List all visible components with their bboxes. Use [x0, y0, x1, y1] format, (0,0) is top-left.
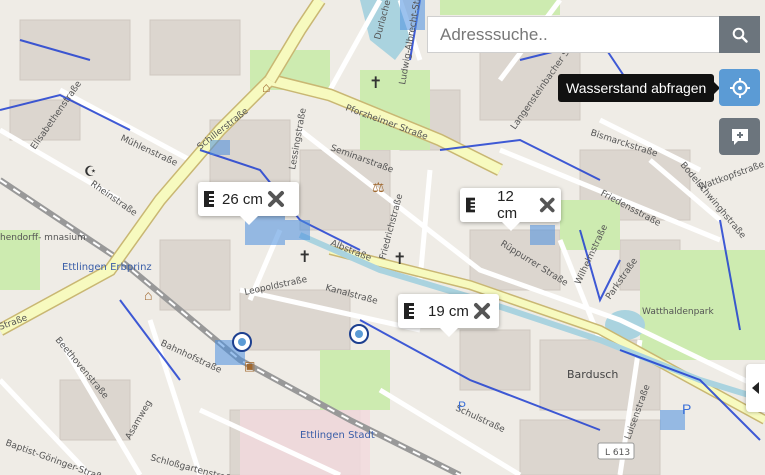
close-icon[interactable]	[539, 196, 555, 214]
map-canvas[interactable]: Schillerstraße Pforzheimer Straße Mühlen…	[0, 0, 765, 475]
feedback-button[interactable]	[719, 118, 760, 155]
water-level-value: 12 cm	[497, 188, 518, 222]
church-icon: ✝	[369, 75, 382, 92]
water-level-value: 19 cm	[428, 302, 469, 320]
panel-toggle-button[interactable]	[746, 364, 765, 412]
library-icon: ▣	[244, 359, 255, 373]
water-level-button[interactable]	[719, 69, 760, 106]
church-icon: ✝	[298, 249, 311, 266]
close-icon[interactable]	[267, 190, 285, 208]
water-gauge-icon	[404, 303, 414, 319]
parking-icon: P	[682, 401, 691, 417]
address-search	[427, 16, 760, 53]
mosque-icon: ☪	[84, 163, 97, 179]
label-gymnasium: hendorff- mnasium	[0, 233, 86, 243]
building-icon: ⌂	[144, 287, 152, 303]
locate-tooltip: Wasserstand abfragen	[558, 74, 721, 102]
search-input[interactable]	[427, 16, 719, 53]
transit-stop-icon	[355, 330, 363, 338]
church-icon: ✝	[393, 251, 406, 268]
water-gauge-icon	[204, 191, 214, 207]
water-level-popup: 19 cm	[398, 294, 499, 337]
parking-icon: P	[458, 399, 466, 413]
comment-plus-icon	[731, 128, 748, 145]
road-shield-l613: L 613	[597, 442, 635, 460]
caret-left-icon	[751, 382, 759, 394]
transit-stop-icon	[238, 338, 246, 346]
court-icon: ⚖	[372, 179, 385, 195]
label-wattenpark: Watthaldenpark	[642, 307, 714, 317]
label-ettlingen-erbprinz: Ettlingen Erbprinz	[62, 262, 152, 273]
crosshair-icon	[729, 77, 750, 98]
svg-text:L 613: L 613	[605, 448, 630, 458]
museum-icon: ⌂	[262, 79, 270, 95]
close-icon[interactable]	[473, 302, 491, 320]
water-level-value: 26 cm	[222, 190, 263, 208]
water-level-popup: 26 cm	[198, 182, 299, 225]
water-level-popup: 12 cm	[460, 188, 561, 231]
search-button[interactable]	[719, 16, 760, 53]
label-ettlingen-stadt: Ettlingen Stadt	[300, 430, 375, 441]
water-gauge-icon	[466, 197, 476, 213]
label-barduch: Bardusch	[567, 368, 618, 381]
search-icon	[732, 27, 748, 43]
